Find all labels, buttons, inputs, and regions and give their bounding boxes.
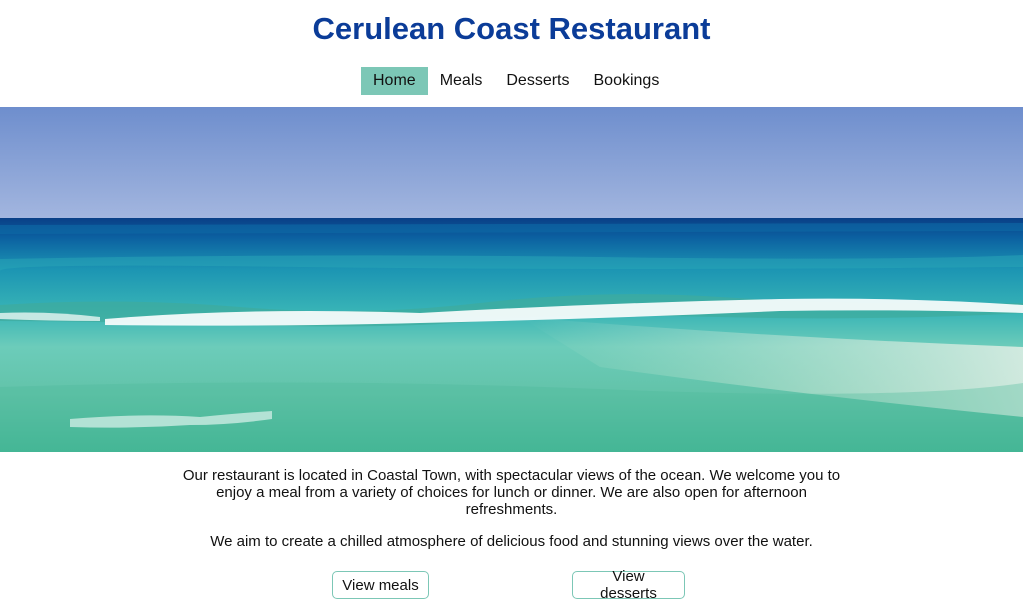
- intro-section: Our restaurant is located in Coastal Tow…: [180, 467, 843, 550]
- intro-paragraph: Our restaurant is located in Coastal Tow…: [182, 467, 841, 518]
- nav-item-meals[interactable]: Meals: [428, 67, 495, 95]
- hero-image: [0, 107, 1023, 452]
- view-meals-button[interactable]: View meals: [332, 571, 429, 599]
- site-title: Cerulean Coast Restaurant: [312, 11, 711, 46]
- page: Cerulean Coast Restaurant Home Meals Des…: [0, 0, 1023, 608]
- nav-item-bookings[interactable]: Bookings: [582, 67, 672, 95]
- ocean-beach-photo: [0, 107, 1023, 452]
- nav-item-desserts[interactable]: Desserts: [494, 67, 581, 95]
- view-desserts-button[interactable]: View desserts: [572, 568, 685, 602]
- aim-paragraph: We aim to create a chilled atmosphere of…: [210, 533, 813, 550]
- main-nav: Home Meals Desserts Bookings: [361, 67, 671, 95]
- nav-item-home[interactable]: Home: [361, 67, 428, 95]
